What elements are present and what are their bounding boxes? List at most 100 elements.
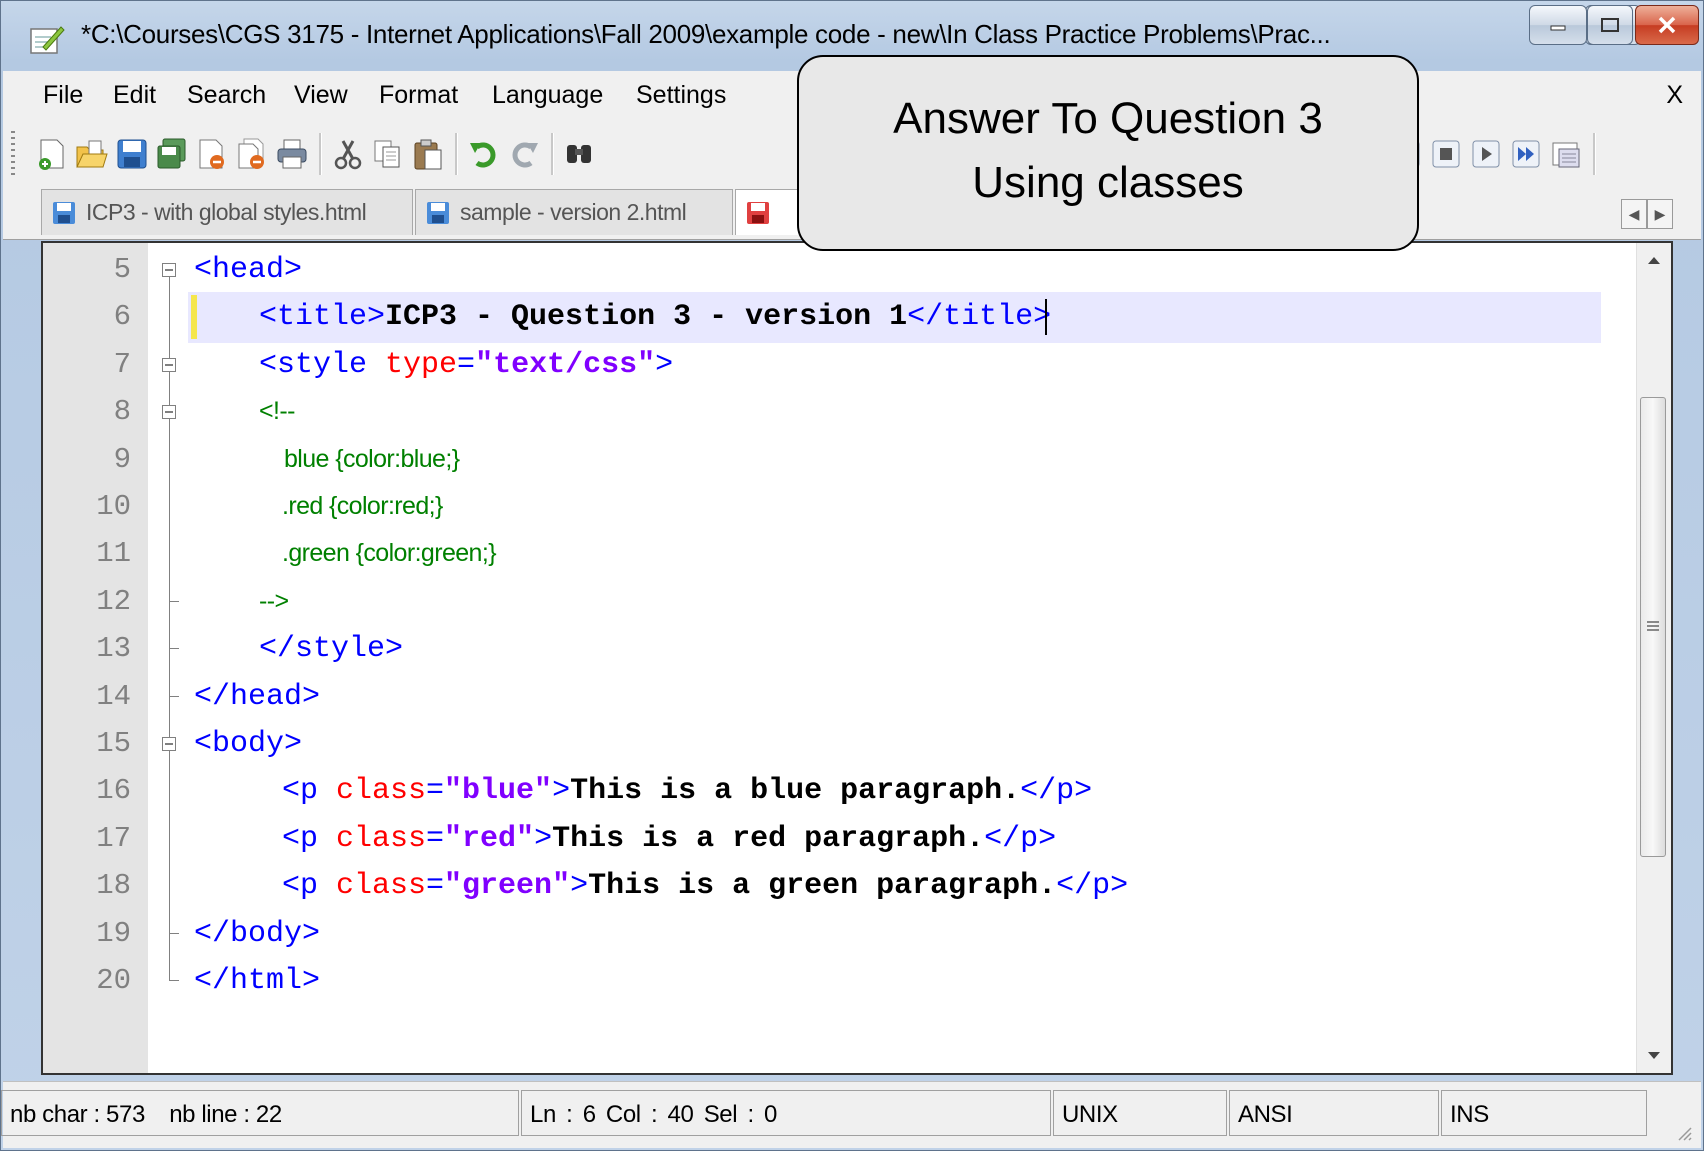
status-insert-mode[interactable]: INS (1441, 1090, 1647, 1136)
fold-marker (148, 908, 188, 960)
undo-icon[interactable] (467, 137, 501, 171)
close-file-icon[interactable] (195, 137, 229, 171)
code-line[interactable]: 20 </html> (43, 956, 1671, 1007)
code-text: </head> (194, 680, 320, 714)
code-line-content[interactable]: .red {color:red;} (188, 482, 1601, 533)
code-line[interactable]: 7 <style type="text/css"> (43, 339, 1671, 391)
fold-marker[interactable] (148, 719, 188, 770)
code-line-content[interactable]: </style> (188, 624, 1601, 675)
close-document-button[interactable]: X (1666, 81, 1683, 110)
save-icon[interactable] (115, 137, 149, 171)
fold-toggle-icon[interactable] (162, 357, 176, 372)
code-text: <p class="blue">This is a blue paragraph… (282, 774, 1092, 808)
redo-icon[interactable] (507, 137, 541, 171)
code-line[interactable]: 5 <head> (43, 245, 1671, 296)
code-line[interactable]: 16 <p class="blue">This is a blue paragra… (43, 766, 1671, 818)
minimize-button-2[interactable] (1529, 5, 1587, 45)
tab-scroll-right-button[interactable]: ▶ (1647, 199, 1673, 229)
scroll-down-arrow-icon[interactable] (1647, 1051, 1661, 1061)
resize-grip-icon[interactable] (1675, 1124, 1693, 1142)
status-eol-format[interactable]: UNIX (1053, 1090, 1227, 1136)
css-rule-text: .red {color:red;} (282, 492, 443, 520)
new-file-icon[interactable] (35, 137, 69, 171)
syntax-token-tag: <title> (259, 300, 386, 335)
fold-marker[interactable] (148, 245, 188, 296)
save-macro-icon[interactable] (1549, 137, 1583, 171)
code-line[interactable]: 13 </style> (43, 624, 1671, 676)
copy-icon[interactable] (371, 137, 405, 171)
code-line-content[interactable]: blue {color:blue;} (188, 435, 1601, 486)
tab-sample-version-2[interactable]: sample - version 2.html (415, 189, 733, 235)
line-number: 7 (113, 347, 131, 381)
close-all-icon[interactable] (235, 137, 269, 171)
fold-toggle-icon[interactable] (162, 737, 176, 751)
menu-file[interactable]: File (43, 81, 83, 110)
fold-toggle-icon[interactable] (162, 405, 176, 420)
code-line[interactable]: 6 <title>ICP3 - Question 3 - version 1</t… (43, 292, 1671, 344)
code-line-content[interactable]: </html> (188, 956, 1601, 1007)
code-line[interactable]: 9 blue {color:blue;} (43, 434, 1671, 486)
code-line-content[interactable]: </body> (188, 909, 1601, 960)
window-title: *C:\Courses\CGS 3175 - Internet Applicat… (81, 19, 1331, 49)
line-number: 14 (96, 679, 131, 713)
play-macro-icon[interactable] (1469, 137, 1503, 171)
fold-marker[interactable] (148, 387, 188, 439)
code-line-content[interactable]: <title>ICP3 - Question 3 - version 1</ti… (188, 292, 1601, 344)
print-icon[interactable] (275, 137, 309, 171)
code-line-content[interactable]: --> (188, 577, 1601, 628)
code-line-content[interactable]: <body> (188, 719, 1601, 770)
menu-format[interactable]: Format (379, 81, 458, 110)
code-line[interactable]: 12 --> (43, 576, 1671, 628)
fold-marker (148, 482, 188, 533)
code-line[interactable]: 14 </head> (43, 671, 1671, 723)
fold-marker (148, 576, 188, 628)
callout-line-2: Using classes (972, 158, 1244, 207)
toolbar-grip[interactable] (11, 131, 15, 177)
menu-settings[interactable]: Settings (636, 81, 726, 110)
code-line-content[interactable]: <!-- (188, 387, 1601, 438)
code-line[interactable]: 11 .green {color:green;} (43, 529, 1671, 581)
paste-icon[interactable] (411, 137, 445, 171)
code-line-content[interactable]: <head> (188, 245, 1601, 296)
syntax-token-str: "blue" (444, 774, 553, 809)
code-line[interactable]: 19 </body> (43, 908, 1671, 960)
line-number: 15 (96, 727, 131, 760)
fold-toggle-icon[interactable] (162, 263, 176, 277)
fold-marker[interactable] (148, 339, 188, 391)
tab-scroll-left-button[interactable]: ◀ (1621, 199, 1647, 229)
cut-icon[interactable] (331, 137, 365, 171)
find-icon[interactable] (563, 137, 597, 171)
line-number: 8 (113, 395, 131, 429)
line-number: 6 (113, 300, 131, 334)
syntax-token-txt: This is a red paragraph. (552, 821, 985, 856)
menu-search[interactable]: Search (187, 81, 266, 110)
code-line-content[interactable]: .green {color:green;} (188, 529, 1601, 580)
menu-view[interactable]: View (294, 81, 348, 110)
code-line-content[interactable]: <p class="red">This is a red paragraph.<… (188, 814, 1601, 865)
code-line-content[interactable]: <p class="green">This is a green paragra… (188, 861, 1601, 912)
menu-language[interactable]: Language (492, 81, 603, 110)
code-line[interactable]: 17 <p class="red">This is a red paragraph… (43, 813, 1671, 865)
stop-macro-icon[interactable] (1429, 137, 1463, 171)
code-line[interactable]: 18 <p class="green">This is a green parag… (43, 861, 1671, 913)
code-line[interactable]: 10 .red {color:red;} (43, 482, 1671, 533)
tab-icp3-global-styles[interactable]: ICP3 - with global styles.html (41, 189, 413, 235)
close-icon (1658, 16, 1676, 34)
syntax-token-tag: <p (282, 821, 337, 856)
close-window-button[interactable] (1635, 5, 1699, 45)
fold-marker (148, 292, 188, 344)
syntax-token-attr: class (336, 821, 427, 856)
code-line[interactable]: 8 <!-- (43, 387, 1671, 439)
menu-edit[interactable]: Edit (113, 81, 156, 110)
code-line-content[interactable]: </head> (188, 672, 1601, 723)
code-line-content[interactable]: <style type="text/css"> (188, 340, 1601, 391)
code-editor[interactable]: 5 <head> 6 <title>ICP3 - Question 3 - versi… (41, 241, 1673, 1075)
code-line-content[interactable]: <p class="blue">This is a blue paragraph… (188, 766, 1601, 817)
run-macro-multiple-icon[interactable] (1509, 137, 1543, 171)
save-all-icon[interactable] (155, 137, 189, 171)
maximize-button[interactable] (1587, 5, 1633, 45)
toolbar-separator (551, 133, 554, 175)
code-line[interactable]: 15 <body> (43, 719, 1671, 770)
open-file-icon[interactable] (75, 137, 109, 171)
status-encoding[interactable]: ANSI (1229, 1090, 1439, 1136)
